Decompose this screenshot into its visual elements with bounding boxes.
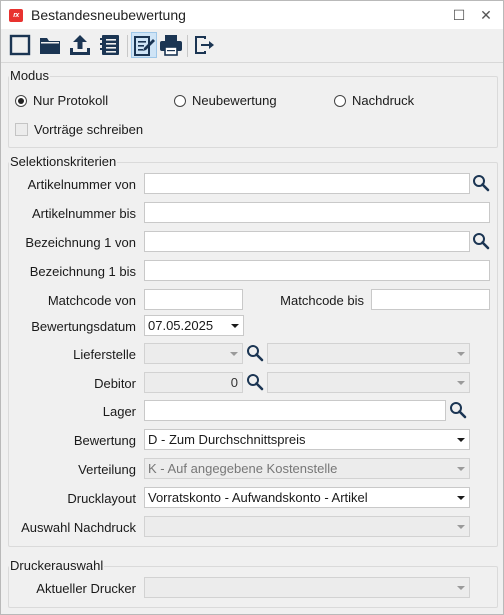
artikelnummer-bis-input[interactable] xyxy=(144,202,490,223)
debitor-name-select[interactable] xyxy=(267,372,470,393)
app-window: rx Bestandesneubewertung ☐ ✕ Modus Nur P… xyxy=(0,0,504,615)
artikelnummer-von-input[interactable] xyxy=(144,173,470,194)
artikelnummer-von-search-button[interactable] xyxy=(470,173,492,194)
edit-button[interactable] xyxy=(131,32,157,58)
chevron-down-icon[interactable] xyxy=(457,352,465,356)
close-button[interactable]: ✕ xyxy=(475,5,497,25)
upload-icon xyxy=(70,35,90,55)
debitor-input[interactable]: 0 xyxy=(144,372,243,393)
toolbar-separator xyxy=(187,35,188,57)
selektion-legend: Selektionskriterien xyxy=(9,154,118,169)
chevron-down-icon[interactable] xyxy=(457,467,465,471)
exit-icon xyxy=(195,36,214,54)
search-icon xyxy=(473,233,490,250)
lieferstelle-name-select[interactable] xyxy=(267,343,470,364)
artikelnummer-bis-label: Artikelnummer bis xyxy=(31,206,136,221)
lieferstelle-search-button[interactable] xyxy=(244,343,266,364)
lager-label: Lager xyxy=(102,404,136,419)
edit-icon xyxy=(134,36,155,56)
drucklayout-value: Vorratskonto - Aufwandskonto - Artikel xyxy=(148,490,368,505)
chevron-down-icon[interactable] xyxy=(230,352,238,356)
radio-neubewertung[interactable] xyxy=(174,95,186,107)
bewertung-label: Bewertung xyxy=(73,433,136,448)
search-icon xyxy=(473,175,490,192)
bezeichnung-bis-label: Bezeichnung 1 bis xyxy=(29,264,136,279)
chevron-down-icon[interactable] xyxy=(457,496,465,500)
toolbar-separator xyxy=(127,35,128,57)
modus-group xyxy=(8,76,498,148)
search-icon xyxy=(450,402,467,419)
toolbar xyxy=(1,29,503,63)
verteilung-select[interactable]: K - Auf angegebene Kostenstelle xyxy=(144,458,470,479)
drucklayout-select[interactable]: Vorratskonto - Aufwandskonto - Artikel xyxy=(144,487,470,508)
chevron-down-icon[interactable] xyxy=(457,438,465,442)
bewertungsdatum-label: Bewertungsdatum xyxy=(31,319,136,334)
debitor-search-button[interactable] xyxy=(244,372,266,393)
list-icon xyxy=(100,35,119,55)
maximize-button[interactable]: ☐ xyxy=(448,5,470,25)
verteilung-label: Verteilung xyxy=(78,462,136,477)
bezeichnung-von-input[interactable] xyxy=(144,231,470,252)
radio-neubewertung-label: Neubewertung xyxy=(192,93,277,108)
title-bar: rx Bestandesneubewertung ☐ ✕ xyxy=(1,1,503,29)
debitor-label: Debitor xyxy=(94,376,136,391)
drucker-legend: Druckerauswahl xyxy=(9,558,105,573)
search-icon xyxy=(247,345,264,362)
vortraege-checkbox[interactable] xyxy=(15,123,28,136)
artikelnummer-von-label: Artikelnummer von xyxy=(27,177,136,192)
bezeichnung-bis-input[interactable] xyxy=(144,260,490,281)
aktueller-drucker-label: Aktueller Drucker xyxy=(36,581,136,596)
bewertung-select[interactable]: D - Zum Durchschnittspreis xyxy=(144,429,470,450)
radio-nachdruck-label: Nachdruck xyxy=(352,93,415,108)
matchcode-von-input[interactable] xyxy=(144,289,243,310)
bewertungsdatum-value: 07.05.2025 xyxy=(148,318,214,333)
bezeichnung-von-label: Bezeichnung 1 von xyxy=(25,235,136,250)
matchcode-bis-label: Matchcode bis xyxy=(280,293,364,308)
exit-button[interactable] xyxy=(191,32,217,58)
lieferstelle-select[interactable] xyxy=(144,343,243,364)
chevron-down-icon[interactable] xyxy=(231,324,239,328)
aktueller-drucker-select[interactable] xyxy=(144,577,470,598)
radio-nachdruck[interactable] xyxy=(334,95,346,107)
chevron-down-icon[interactable] xyxy=(457,525,465,529)
chevron-down-icon[interactable] xyxy=(457,586,465,590)
modus-legend: Modus xyxy=(9,68,51,83)
vortraege-label: Vorträge schreiben xyxy=(34,122,144,137)
search-icon xyxy=(247,374,264,391)
lieferstelle-label: Lieferstelle xyxy=(73,347,136,362)
bewertung-value: D - Zum Durchschnittspreis xyxy=(148,432,306,447)
chevron-down-icon[interactable] xyxy=(457,381,465,385)
lager-search-button[interactable] xyxy=(447,400,469,421)
radio-nur-protokoll[interactable] xyxy=(15,95,27,107)
bewertungsdatum-picker[interactable]: 07.05.2025 xyxy=(144,315,244,336)
matchcode-von-label: Matchcode von xyxy=(47,293,136,308)
new-button[interactable] xyxy=(7,32,33,58)
lager-input[interactable] xyxy=(144,400,446,421)
list-button[interactable] xyxy=(97,32,123,58)
drucklayout-label: Drucklayout xyxy=(67,491,136,506)
auswahl-nachdruck-label: Auswahl Nachdruck xyxy=(21,520,136,535)
open-folder-icon xyxy=(40,38,60,54)
app-logo-icon: rx xyxy=(9,9,23,22)
matchcode-bis-input[interactable] xyxy=(371,289,490,310)
new-document-icon xyxy=(9,34,31,56)
auswahl-nachdruck-select[interactable] xyxy=(144,516,470,537)
print-button[interactable] xyxy=(158,32,184,58)
window-title: Bestandesneubewertung xyxy=(31,7,186,23)
bezeichnung-von-search-button[interactable] xyxy=(470,231,492,252)
print-icon xyxy=(160,35,182,56)
verteilung-value: K - Auf angegebene Kostenstelle xyxy=(148,461,338,476)
open-button[interactable] xyxy=(37,32,63,58)
radio-nur-protokoll-label: Nur Protokoll xyxy=(33,93,109,108)
upload-button[interactable] xyxy=(67,32,93,58)
